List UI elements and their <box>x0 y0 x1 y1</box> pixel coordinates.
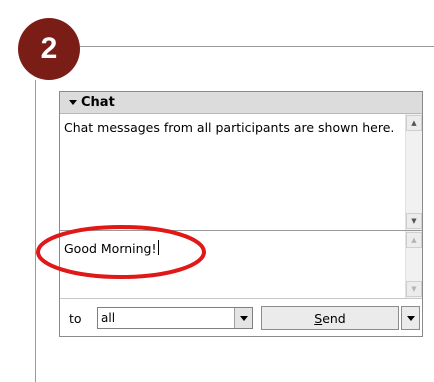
chat-panel-title: Chat <box>81 95 115 110</box>
chat-messages-area: Chat messages from all participants are … <box>60 114 422 230</box>
messages-scrollbar[interactable]: ▲ ▼ <box>405 114 422 230</box>
step-number-badge: 2 <box>18 18 80 80</box>
chat-messages-text: Chat messages from all participants are … <box>64 120 395 135</box>
send-button[interactable]: Send <box>261 306 399 330</box>
vertical-guide-line <box>35 80 36 382</box>
scroll-down-button[interactable]: ▼ <box>406 213 422 229</box>
scroll-up-button[interactable]: ▲ <box>406 115 422 131</box>
send-options-button[interactable] <box>401 306 420 330</box>
send-label-rest: end <box>322 310 346 326</box>
recipient-value: all <box>101 311 116 325</box>
compose-scroll-down-button[interactable]: ▼ <box>406 281 422 297</box>
text-caret <box>157 240 159 255</box>
compose-scrollbar[interactable]: ▲ ▼ <box>405 231 422 298</box>
chat-compose-input[interactable]: Good Morning! <box>64 240 159 256</box>
chat-compose-value: Good Morning! <box>64 241 157 256</box>
send-mnemonic: S <box>314 310 323 326</box>
collapse-triangle-icon[interactable] <box>69 100 77 105</box>
chat-send-bar: to all Send <box>60 298 422 336</box>
send-options-arrow-icon <box>406 315 415 321</box>
chat-compose-area[interactable]: Good Morning! ▲ ▼ <box>60 231 422 298</box>
divider-line <box>80 46 434 47</box>
step-number: 2 <box>40 32 58 65</box>
to-label: to <box>69 311 82 326</box>
recipient-select[interactable]: all <box>97 307 253 329</box>
chat-panel: Chat Chat messages from all participants… <box>59 91 423 337</box>
chevron-down-icon[interactable] <box>234 308 252 328</box>
chat-panel-header[interactable]: Chat <box>60 92 422 114</box>
compose-scroll-up-button[interactable]: ▲ <box>406 232 422 248</box>
